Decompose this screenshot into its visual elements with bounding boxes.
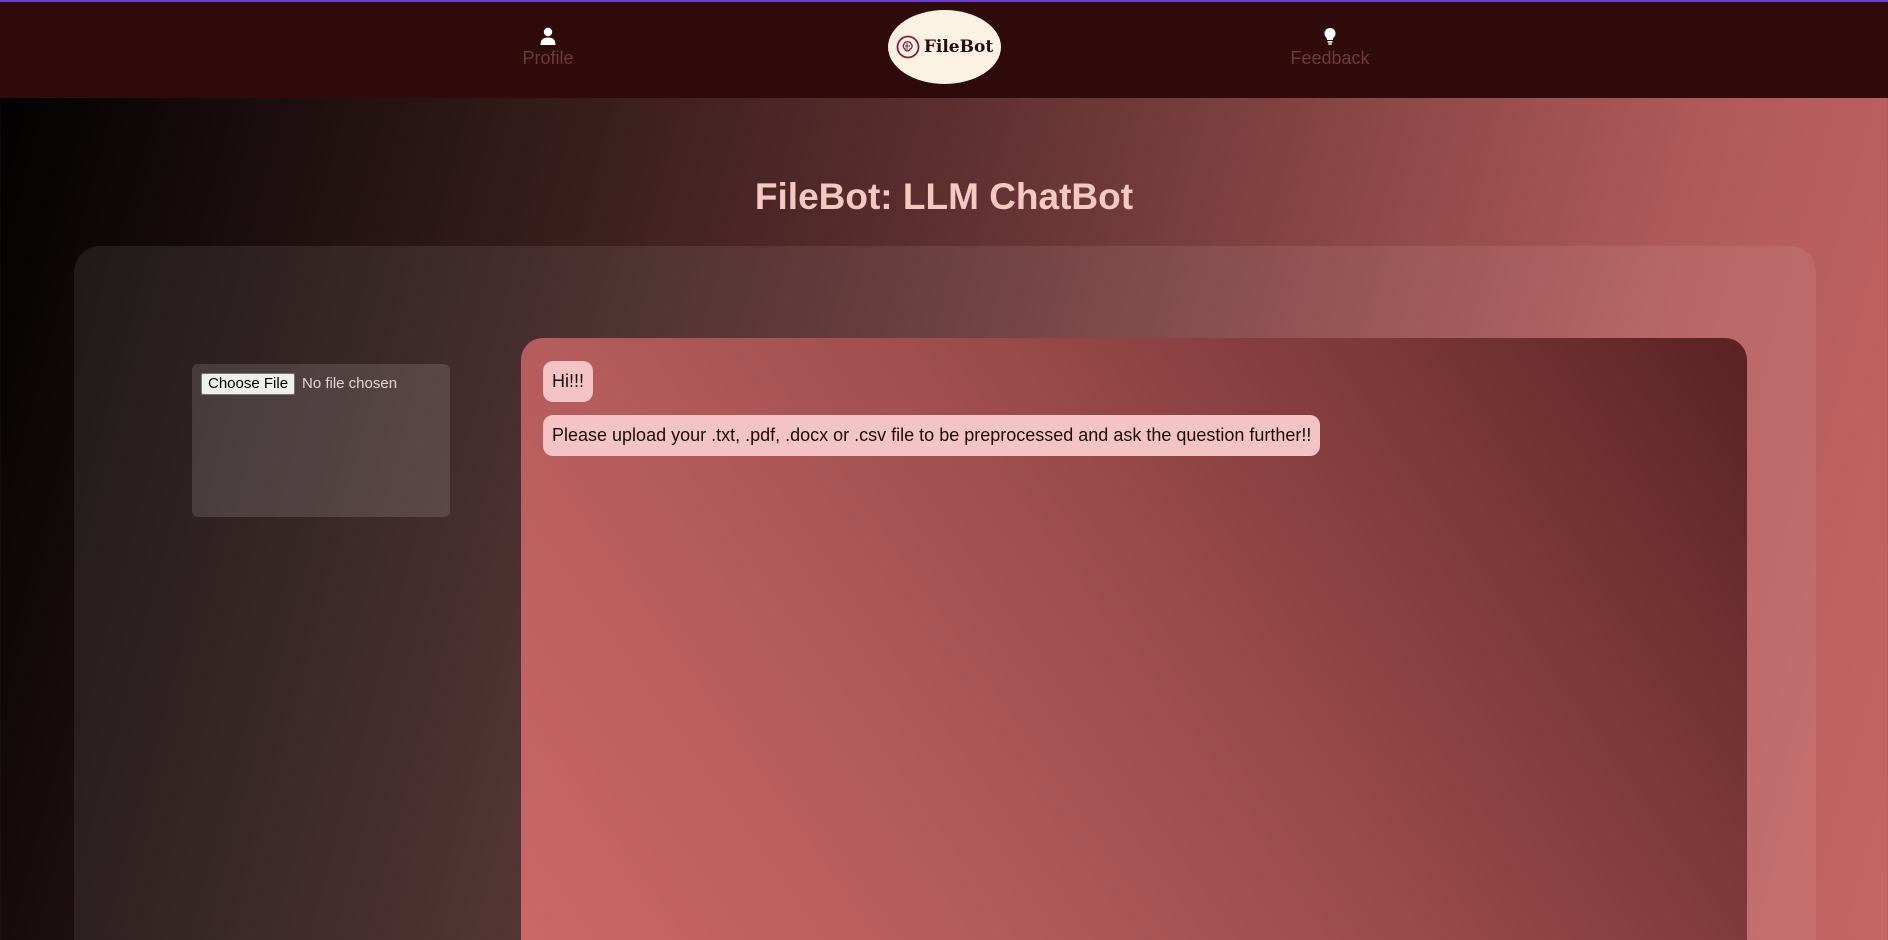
user-icon (540, 27, 556, 45)
brain-icon (896, 35, 920, 59)
nav-profile-label: Profile (522, 48, 574, 68)
page-title: FileBot: LLM ChatBot (754, 176, 1134, 217)
nav-feedback-label: Feedback (1290, 48, 1370, 68)
chat-message: Hi!!! (543, 361, 594, 402)
filebot-logo[interactable]: FileBot (888, 10, 1001, 84)
chat-message: Please upload your .txt, .pdf, .docx or … (543, 415, 1321, 456)
nav-profile-link[interactable]: Profile (488, 26, 608, 69)
file-upload-box: Choose File No file chosen (192, 364, 450, 517)
logo-text: FileBot (923, 37, 994, 57)
file-status-text: No file chosen (302, 375, 398, 392)
choose-file-button[interactable]: Choose File (201, 373, 296, 395)
chat-area[interactable]: Hi!!! Please upload your .txt, .pdf, .do… (521, 338, 1747, 940)
lightbulb-icon (1324, 28, 1336, 45)
nav-feedback-link[interactable]: Feedback (1270, 26, 1390, 69)
navbar: Profile FileBot Feedback (0, 2, 1888, 98)
